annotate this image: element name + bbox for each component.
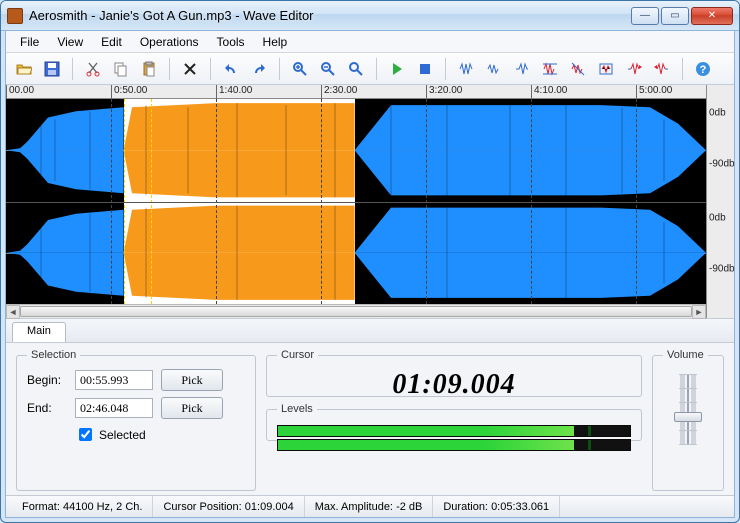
- help-button[interactable]: ?: [691, 57, 715, 81]
- zoom-out-button[interactable]: [316, 57, 340, 81]
- menu-operations[interactable]: Operations: [132, 33, 207, 51]
- db-scale: 0db -90db 0db -90db: [706, 85, 734, 318]
- waveform-canvas[interactable]: [6, 99, 706, 304]
- volume-slider[interactable]: [663, 369, 713, 449]
- time-ruler[interactable]: 00.00 0:50.00 1:40.00 2:30.00 3:20.00 4:…: [6, 85, 706, 99]
- delete-button[interactable]: [178, 57, 202, 81]
- scroll-left-button[interactable]: ◄: [6, 305, 20, 319]
- ruler-tick: 2:30.00: [321, 85, 357, 99]
- paste-button[interactable]: [137, 57, 161, 81]
- ruler-tick: 1:40.00: [216, 85, 252, 99]
- levels-legend: Levels: [277, 403, 317, 415]
- end-input[interactable]: [75, 398, 153, 418]
- ruler-tick: 0:50.00: [111, 85, 147, 99]
- effect-7-button[interactable]: [622, 57, 646, 81]
- volume-legend: Volume: [663, 349, 708, 361]
- ruler-tick: 00.00: [6, 85, 34, 99]
- toolbar: ?: [6, 53, 734, 85]
- selection-panel: Selection Begin: Pick End: Pick Selected: [16, 349, 256, 491]
- effect-8-button[interactable]: [650, 57, 674, 81]
- panels: Selection Begin: Pick End: Pick Selected…: [6, 343, 734, 495]
- window-titlebar: Aerosmith - Janie's Got A Gun.mp3 - Wave…: [1, 1, 739, 31]
- copy-button[interactable]: [109, 57, 133, 81]
- redo-button[interactable]: [247, 57, 271, 81]
- status-amplitude: Max. Amplitude: -2 dB: [305, 496, 434, 517]
- cursor-legend: Cursor: [277, 349, 318, 361]
- menu-view[interactable]: View: [49, 33, 91, 51]
- tabs-row: Main: [6, 319, 734, 343]
- statusbar: Format: 44100 Hz, 2 Ch. Cursor Position:…: [6, 495, 734, 517]
- level-left: [277, 425, 631, 437]
- minimize-button[interactable]: —: [631, 7, 659, 25]
- undo-button[interactable]: [219, 57, 243, 81]
- volume-panel: Volume: [652, 349, 724, 491]
- menu-help[interactable]: Help: [255, 33, 296, 51]
- window-title: Aerosmith - Janie's Got A Gun.mp3 - Wave…: [29, 8, 629, 23]
- levels-panel: Levels: [266, 403, 642, 441]
- play-button[interactable]: [385, 57, 409, 81]
- ruler-tick: 3:20.00: [426, 85, 462, 99]
- cut-button[interactable]: [81, 57, 105, 81]
- effect-6-button[interactable]: [594, 57, 618, 81]
- menubar: File View Edit Operations Tools Help: [6, 31, 734, 53]
- status-cursor: Cursor Position: 01:09.004: [153, 496, 304, 517]
- stop-button[interactable]: [413, 57, 437, 81]
- selection-legend: Selection: [27, 349, 80, 361]
- horizontal-scrollbar[interactable]: ◄ ►: [6, 304, 706, 318]
- menu-file[interactable]: File: [12, 33, 47, 51]
- save-button[interactable]: [40, 57, 64, 81]
- menu-edit[interactable]: Edit: [93, 33, 130, 51]
- volume-thumb[interactable]: [674, 412, 702, 422]
- zoom-in-button[interactable]: [288, 57, 312, 81]
- status-duration: Duration: 0:05:33.061: [433, 496, 560, 517]
- svg-text:?: ?: [700, 64, 707, 76]
- ruler-tick: 4:10.00: [531, 85, 567, 99]
- tab-main[interactable]: Main: [12, 322, 66, 342]
- end-label: End:: [27, 401, 67, 415]
- zoom-fit-button[interactable]: [344, 57, 368, 81]
- status-format: Format: 44100 Hz, 2 Ch.: [12, 496, 153, 517]
- close-button[interactable]: ✕: [691, 7, 733, 25]
- effect-3-button[interactable]: [510, 57, 534, 81]
- pick-end-button[interactable]: Pick: [161, 397, 223, 419]
- effect-5-button[interactable]: [566, 57, 590, 81]
- ruler-tick: 5:00.00: [636, 85, 672, 99]
- waveform-area[interactable]: 00.00 0:50.00 1:40.00 2:30.00 3:20.00 4:…: [6, 85, 734, 319]
- selected-checkbox[interactable]: [79, 428, 92, 441]
- effect-1-button[interactable]: [454, 57, 478, 81]
- level-right: [277, 439, 631, 451]
- open-button[interactable]: [12, 57, 36, 81]
- begin-label: Begin:: [27, 373, 67, 387]
- maximize-button[interactable]: ▭: [661, 7, 689, 25]
- begin-input[interactable]: [75, 370, 153, 390]
- pick-begin-button[interactable]: Pick: [161, 369, 223, 391]
- effect-4-button[interactable]: [538, 57, 562, 81]
- scroll-thumb[interactable]: [20, 306, 692, 317]
- scroll-right-button[interactable]: ►: [692, 305, 706, 319]
- menu-tools[interactable]: Tools: [209, 33, 253, 51]
- cursor-time: 01:09.004: [392, 369, 515, 401]
- selected-label[interactable]: Selected: [99, 428, 146, 442]
- app-icon: [7, 8, 23, 24]
- client-area: File View Edit Operations Tools Help: [5, 30, 735, 518]
- cursor-panel: Cursor 01:09.004: [266, 349, 642, 397]
- effect-2-button[interactable]: [482, 57, 506, 81]
